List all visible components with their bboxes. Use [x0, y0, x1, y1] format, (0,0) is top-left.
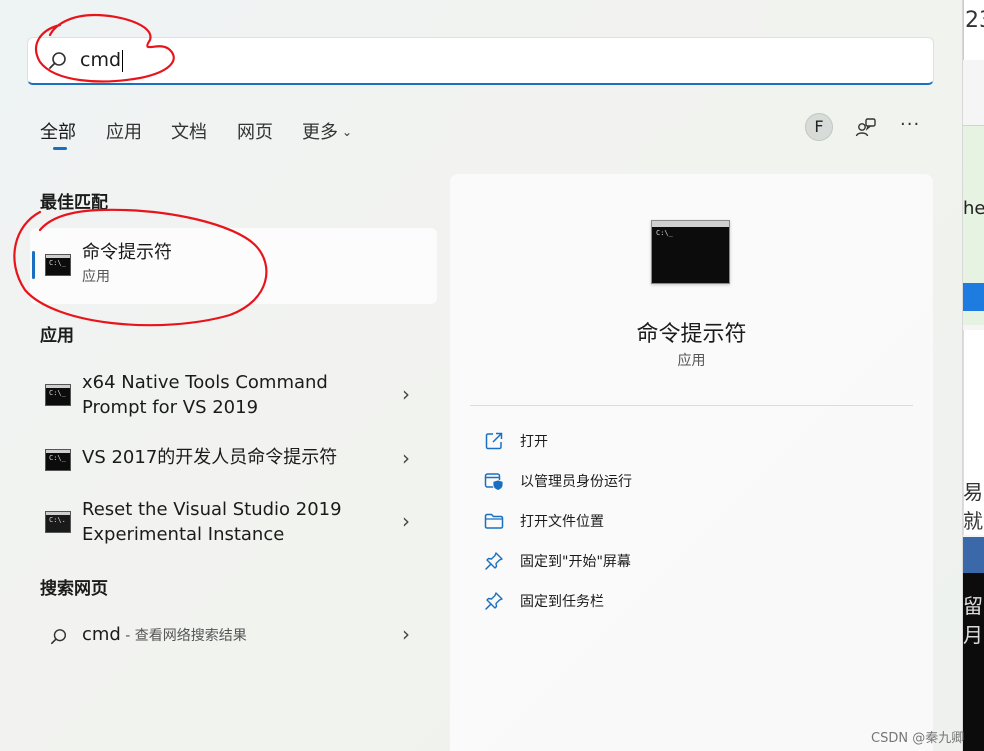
- chevron-right-icon[interactable]: ›: [402, 509, 410, 533]
- background-text-fragment: 23/: [965, 8, 984, 33]
- open-external-icon: [485, 432, 503, 450]
- list-item-app[interactable]: C:\_ x64 Native Tools Command Prompt for…: [30, 370, 437, 422]
- background-blue-bar: [963, 283, 984, 311]
- section-title-apps: 应用: [40, 326, 74, 346]
- command-prompt-icon: C:\.: [45, 511, 71, 533]
- admin-shield-icon: [484, 473, 504, 491]
- chevron-right-icon[interactable]: ›: [402, 382, 410, 406]
- action-label: 打开: [520, 434, 548, 450]
- search-icon: [49, 52, 66, 69]
- search-panel: cmd 全部 应用 文档 网页 更多 ⌄ F ··· 最佳匹配 C:\_ 命令提示…: [0, 0, 965, 751]
- divider: [470, 405, 913, 406]
- web-search-label: cmd - 查看网络搜索结果: [82, 624, 247, 645]
- tab-apps[interactable]: 应用: [106, 118, 142, 144]
- command-prompt-icon: C:\_: [45, 384, 71, 406]
- chevron-down-icon: ⌄: [342, 125, 353, 139]
- more-options-icon[interactable]: ···: [900, 114, 920, 135]
- avatar[interactable]: F: [805, 113, 833, 141]
- text-caret: [122, 49, 124, 72]
- detail-subtitle: 应用: [677, 353, 706, 369]
- command-prompt-icon: C:\_: [45, 449, 71, 471]
- search-query: cmd: [80, 49, 124, 72]
- action-pin-to-start[interactable]: 固定到"开始"屏幕: [484, 547, 904, 575]
- command-prompt-icon: C:\_: [651, 220, 730, 284]
- detail-title: 命令提示符: [636, 322, 747, 347]
- action-label: 以管理员身份运行: [520, 474, 632, 490]
- best-match-title: 命令提示符: [82, 242, 172, 263]
- selection-accent: [32, 251, 35, 279]
- action-label: 固定到任务栏: [520, 594, 604, 610]
- feedback-icon[interactable]: [855, 117, 877, 139]
- action-pin-to-taskbar[interactable]: 固定到任务栏: [484, 587, 904, 615]
- best-match-subtitle: 应用: [82, 269, 110, 285]
- section-title-best-match: 最佳匹配: [40, 193, 108, 213]
- app-item-label: Reset the Visual Studio 2019 Experimenta…: [82, 499, 342, 545]
- watermark: CSDN @秦九卿: [871, 731, 965, 746]
- background-text-fragment: he: [963, 198, 984, 219]
- background-text-fragment: 易就: [963, 480, 983, 533]
- background-window: 23/ he 易就 留月: [963, 0, 984, 751]
- command-prompt-icon: C:\_: [45, 254, 71, 276]
- section-title-web-search: 搜索网页: [40, 579, 108, 599]
- web-search-item[interactable]: cmd - 查看网络搜索结果 ›: [30, 620, 437, 652]
- action-run-as-admin[interactable]: 以管理员身份运行: [484, 467, 904, 495]
- folder-icon: [484, 513, 504, 529]
- active-tab-indicator: [53, 147, 67, 150]
- app-item-label: VS 2017的开发人员命令提示符: [82, 447, 338, 468]
- chevron-right-icon[interactable]: ›: [402, 622, 410, 646]
- background-text-fragment: 留月: [963, 594, 983, 647]
- tab-more[interactable]: 更多 ⌄: [302, 118, 352, 144]
- pin-icon: [485, 592, 503, 610]
- tab-web[interactable]: 网页: [237, 118, 273, 144]
- action-open[interactable]: 打开: [484, 427, 904, 455]
- best-match-item[interactable]: C:\_ 命令提示符 应用: [30, 228, 437, 304]
- action-label: 打开文件位置: [520, 514, 604, 530]
- tab-documents[interactable]: 文档: [171, 118, 207, 144]
- action-open-file-location[interactable]: 打开文件位置: [484, 507, 904, 535]
- detail-pane: C:\_ 命令提示符 应用 打开 以管理员身份运行 打开文件位置 固定到"开始"…: [450, 174, 933, 751]
- list-item-app[interactable]: C:\. Reset the Visual Studio 2019 Experi…: [30, 497, 437, 549]
- tab-more-label: 更多: [302, 122, 338, 143]
- action-label: 固定到"开始"屏幕: [520, 554, 631, 570]
- chevron-right-icon[interactable]: ›: [402, 446, 410, 470]
- search-icon: [50, 629, 67, 645]
- list-item-app[interactable]: C:\_ VS 2017的开发人员命令提示符 ›: [30, 444, 437, 476]
- pin-icon: [485, 552, 503, 570]
- tab-all[interactable]: 全部: [40, 118, 76, 144]
- search-input[interactable]: cmd: [27, 37, 934, 85]
- background-blue-bar: [963, 537, 984, 573]
- app-item-label: x64 Native Tools Command Prompt for VS 2…: [82, 372, 328, 418]
